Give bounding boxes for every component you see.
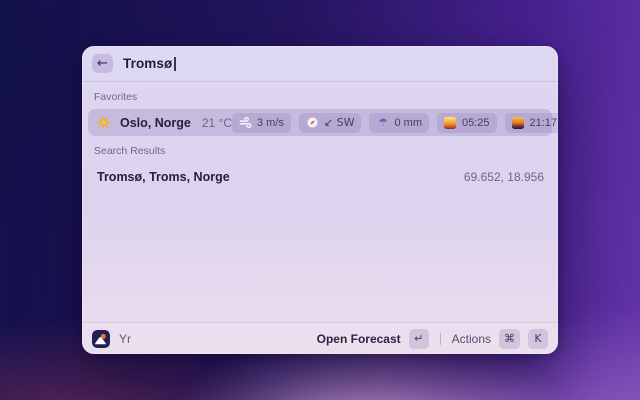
section-label-favorites: Favorites	[94, 91, 138, 103]
sun-weather-icon	[96, 115, 111, 130]
text-caret	[174, 56, 176, 71]
search-input[interactable]: Tromsø	[123, 56, 176, 71]
favorite-temperature: 21 °C	[201, 115, 232, 130]
section-label-search-results: Search Results	[94, 145, 166, 157]
search-bar: ← Tromsø	[82, 46, 558, 81]
sunrise-badge: 05:25	[436, 112, 497, 133]
footer-divider	[439, 332, 441, 345]
precipitation-badge: ☂ 0 mm	[369, 112, 429, 133]
sunset-icon	[512, 116, 525, 129]
search-input-value: Tromsø	[123, 56, 173, 71]
app-name: Yr	[119, 331, 131, 346]
open-forecast-action[interactable]: Open Forecast	[317, 332, 401, 346]
compass-icon	[306, 116, 319, 129]
k-key-icon[interactable]: K	[528, 328, 548, 349]
wind-direction-badge: ↙ SW	[298, 112, 362, 133]
favorite-title: Oslo, Norge	[120, 115, 191, 130]
back-button[interactable]: ←	[92, 54, 113, 73]
actions-menu-button[interactable]: Actions	[452, 332, 491, 346]
umbrella-icon: ☂	[378, 116, 388, 129]
sunset-badge: 21:17	[504, 112, 558, 133]
results-list: Favorites Oslo, Norge 21 °C 3 m/s ↙ SW ☂…	[82, 82, 558, 322]
action-bar: Yr Open Forecast ↵ Actions ⌘ K	[82, 322, 558, 354]
wind-icon	[239, 116, 252, 129]
sunrise-icon	[444, 116, 457, 129]
launcher-window: ← Tromsø Favorites Oslo, Norge 21 °C 3 m…	[82, 46, 558, 354]
yr-app-icon	[92, 329, 110, 348]
weather-badges: 3 m/s ↙ SW ☂ 0 mm 05:25 21:17	[232, 112, 558, 133]
result-coordinates: 69.652, 18.956	[463, 169, 544, 184]
return-key-icon[interactable]: ↵	[408, 328, 429, 349]
arrow-left-icon: ←	[97, 56, 108, 71]
command-key-icon[interactable]: ⌘	[499, 328, 520, 349]
list-item-favorite-oslo[interactable]: Oslo, Norge 21 °C 3 m/s ↙ SW ☂ 0 mm 05:2…	[88, 109, 558, 136]
list-item-tromso[interactable]: Tromsø, Troms, Norge 69.652, 18.956	[88, 163, 552, 190]
result-title: Tromsø, Troms, Norge	[97, 169, 230, 184]
wind-badge: 3 m/s	[232, 112, 291, 133]
